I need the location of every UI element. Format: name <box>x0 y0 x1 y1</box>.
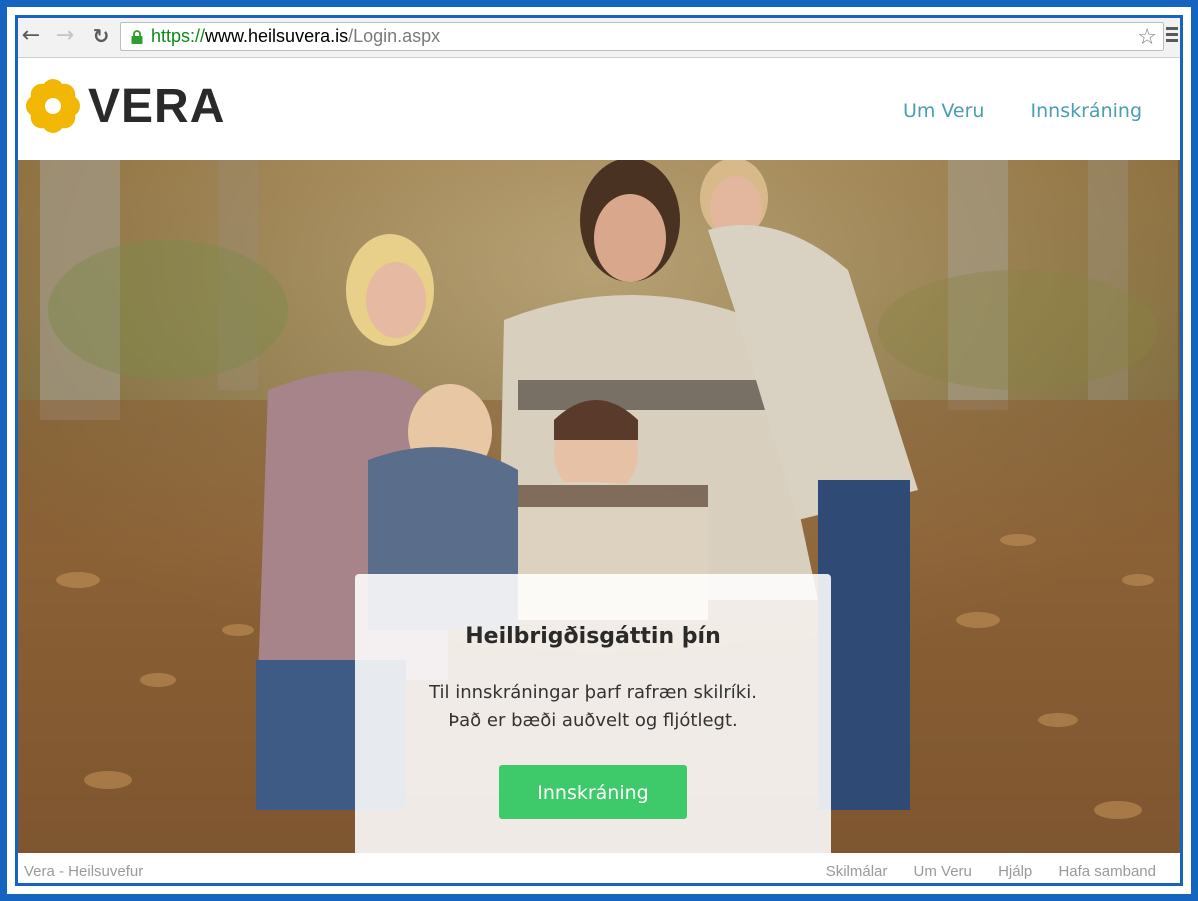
url-scheme: https:// <box>151 26 206 46</box>
card-title: Heilbrigðisgáttin þín <box>465 624 721 649</box>
back-arrow-icon[interactable]: ← <box>18 23 44 49</box>
star-icon[interactable]: ☆ <box>1137 24 1157 50</box>
card-description: Til innskráningar þarf rafræn skilríki. … <box>355 679 831 735</box>
footer-link-hjalp[interactable]: Hjálp <box>998 863 1032 880</box>
menu-icon[interactable] <box>1162 24 1180 50</box>
login-button[interactable]: Innskráning <box>499 765 687 819</box>
nav-innskraning[interactable]: Innskráning <box>1031 100 1142 122</box>
screenshot-frame: ← → ↻ https://www.heilsuvera.is/Login.as… <box>0 0 1198 901</box>
card-text-line-2: Það er bæði auðvelt og fljótlegt. <box>448 710 738 731</box>
logo[interactable]: VERA <box>26 78 225 134</box>
site-nav: Um Veru Innskráning <box>863 100 1142 122</box>
nav-um-veru[interactable]: Um Veru <box>903 100 985 122</box>
footer-site-name: Vera - Heilsuvefur <box>24 863 144 880</box>
hero-image: Heilbrigðisgáttin þín Til innskráningar … <box>18 160 1180 865</box>
flower-logo-icon <box>26 79 80 133</box>
url-path: /Login.aspx <box>348 26 441 46</box>
footer-link-um-veru[interactable]: Um Veru <box>914 863 972 880</box>
login-card: Heilbrigðisgáttin þín Til innskráningar … <box>355 574 831 865</box>
forward-arrow-icon[interactable]: → <box>52 23 78 49</box>
logo-text: VERA <box>88 79 226 133</box>
site-header: VERA Um Veru Innskráning <box>18 58 1180 160</box>
footer-link-skilmalar[interactable]: Skilmálar <box>826 863 888 880</box>
footer-link-hafa-samband[interactable]: Hafa samband <box>1058 863 1156 880</box>
lock-icon <box>131 30 143 44</box>
card-text-line-1: Til innskráningar þarf rafræn skilríki. <box>429 682 757 703</box>
browser-toolbar: ← → ↻ https://www.heilsuvera.is/Login.as… <box>18 18 1180 58</box>
reload-icon[interactable]: ↻ <box>88 23 114 49</box>
address-bar[interactable]: https://www.heilsuvera.is/Login.aspx ☆ <box>120 22 1164 51</box>
url-host: www.heilsuvera.is <box>205 26 349 46</box>
footer-links: Skilmálar Um Veru Hjálp Hafa samband <box>804 863 1156 880</box>
site-footer: Vera - Heilsuvefur Skilmálar Um Veru Hjá… <box>18 853 1180 883</box>
browser-window: ← → ↻ https://www.heilsuvera.is/Login.as… <box>15 15 1183 886</box>
